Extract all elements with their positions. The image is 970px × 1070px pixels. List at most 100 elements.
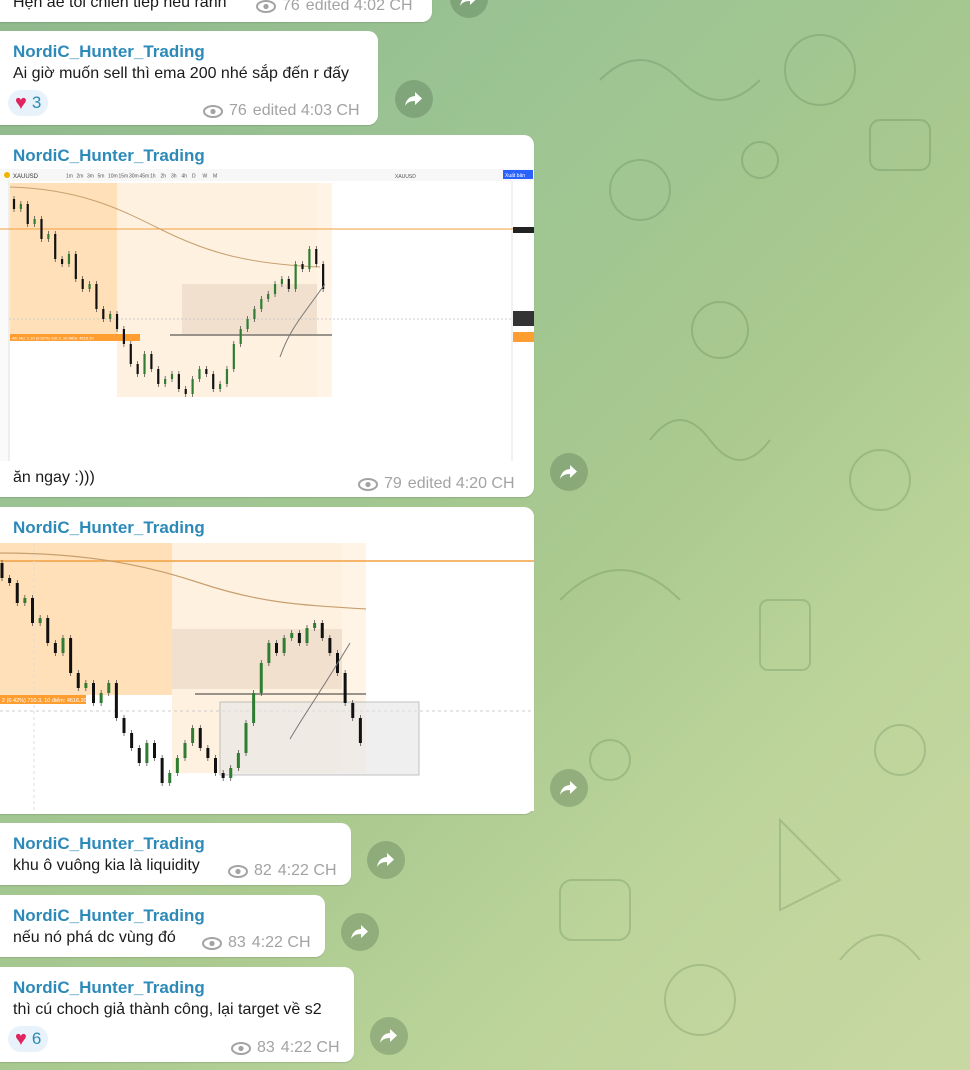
views-count: 83	[257, 1039, 275, 1056]
timeframe-option: M	[213, 174, 217, 180]
candle-body	[81, 279, 84, 289]
candle-body	[320, 623, 324, 638]
candle-body	[54, 234, 57, 259]
forward-button[interactable]	[341, 913, 379, 951]
candle-body	[184, 389, 187, 394]
candle-body	[267, 643, 271, 663]
candle-body	[198, 728, 202, 748]
candle-body	[239, 329, 242, 344]
chart-zoom-image[interactable]: 2 (0.42%) 710.3, 10 điểm: 4616.20	[0, 543, 534, 811]
views-count: 76	[229, 102, 247, 119]
candle-body	[212, 374, 215, 389]
sender-name[interactable]: NordiC_Hunter_Trading	[13, 42, 205, 62]
forward-button[interactable]	[367, 841, 405, 879]
candle-body	[297, 633, 301, 643]
candle-body	[260, 299, 263, 309]
candle-body	[8, 578, 12, 583]
candle-body	[53, 643, 57, 653]
candle-body	[313, 623, 317, 628]
timeframe-option: 5m	[98, 174, 105, 180]
message-meta: 79 edited 4:20 CH	[358, 475, 515, 493]
message-time: 4:22 CH	[277, 862, 337, 879]
candle-body	[60, 259, 64, 264]
candle-body	[206, 748, 210, 758]
candle-body	[290, 633, 294, 638]
candle-body	[153, 743, 156, 758]
message-text: thì cú choch giả thành công, lại target …	[13, 1001, 322, 1018]
views-icon	[228, 864, 248, 878]
share-arrow-icon	[380, 1029, 397, 1043]
candle-body	[252, 693, 256, 723]
message-meta: 76 edited 4:02 CH	[256, 0, 413, 15]
views-count: 76	[282, 0, 300, 14]
share-arrow-icon	[351, 925, 368, 939]
views-icon	[231, 1041, 251, 1055]
message-time: edited 4:03 CH	[252, 102, 360, 119]
candle-body	[183, 743, 187, 758]
heart-icon: ♥	[15, 92, 27, 114]
forward-button[interactable]	[550, 453, 588, 491]
message-text: khu ô vuông kia là liquidity	[13, 857, 200, 874]
candle-body	[137, 748, 141, 763]
candle-body	[122, 329, 126, 344]
sender-name[interactable]: NordiC_Hunter_Trading	[13, 834, 205, 854]
views-icon	[256, 0, 276, 13]
candle-body	[214, 758, 217, 773]
timeframe-option: 15m	[119, 174, 129, 180]
candle-body	[102, 309, 105, 319]
sender-name[interactable]: NordiC_Hunter_Trading	[13, 518, 205, 538]
views-icon	[358, 477, 378, 491]
candle-body	[69, 638, 73, 673]
candle-body	[40, 219, 43, 239]
candle-body	[198, 369, 201, 379]
position-label: Ab: Mu: 1.10 (0.62%) 110.3, 10 điểm: 461…	[12, 336, 95, 341]
message-time: 4:22 CH	[251, 934, 311, 951]
sender-name[interactable]: NordiC_Hunter_Trading	[13, 146, 205, 166]
candle-body	[92, 683, 95, 703]
candle-body	[47, 234, 50, 239]
candle-body	[84, 683, 88, 688]
candle-body	[130, 733, 134, 748]
message-time: edited 4:02 CH	[305, 0, 413, 14]
chart-screenshot-image[interactable]: XAUUSD 1m 2m 3m 5m 10m 15m 30m 45m 1h 2h 3h 4h D W M X…	[0, 169, 534, 461]
candle-body	[343, 673, 347, 703]
candle-body	[315, 249, 318, 264]
reaction-count: 6	[31, 1029, 42, 1048]
candle-body	[229, 768, 233, 778]
candle-body	[0, 563, 4, 578]
candle-body	[232, 344, 235, 369]
candle-body	[191, 379, 194, 394]
forward-button[interactable]	[550, 769, 588, 807]
message-time: 4:22 CH	[280, 1039, 340, 1056]
candle-body	[275, 643, 278, 653]
candle-body	[19, 204, 22, 209]
forward-button[interactable]	[395, 80, 433, 118]
candle-body	[175, 758, 179, 773]
candle-body	[253, 309, 256, 319]
reaction-badge[interactable]: ♥ 6	[8, 1026, 49, 1052]
candle-body	[38, 618, 42, 623]
forward-button[interactable]	[370, 1017, 408, 1055]
message-bubble: NordiC_Hunter_Trading XAUUSD 1m 2m 3m 5m 10m…	[0, 135, 534, 497]
views-icon	[203, 104, 223, 118]
candle-body	[236, 753, 240, 768]
candle-body	[191, 728, 195, 743]
candle-body	[99, 693, 103, 703]
views-count: 83	[228, 934, 246, 951]
timeframe-option: 30m	[129, 174, 139, 180]
candle-body	[76, 673, 80, 688]
sender-name[interactable]: NordiC_Hunter_Trading	[13, 978, 205, 998]
timeframe-option: 3h	[171, 174, 177, 180]
message-meta: 82 4:22 CH	[228, 862, 337, 880]
sender-name[interactable]: NordiC_Hunter_Trading	[13, 906, 205, 926]
candle-body	[259, 663, 263, 693]
message-text: ăn ngay :)))	[13, 469, 95, 486]
candle-body	[95, 284, 98, 309]
message-text: Hẹn ae tối chiến tiếp nếu rảnh	[13, 0, 227, 11]
candle-body	[46, 618, 50, 643]
message-time: edited 4:20 CH	[407, 475, 515, 492]
timeframe-option: 4h	[182, 174, 188, 180]
candle-body	[205, 369, 208, 374]
candle-body	[33, 219, 36, 224]
reaction-badge[interactable]: ♥ 3	[8, 90, 49, 116]
